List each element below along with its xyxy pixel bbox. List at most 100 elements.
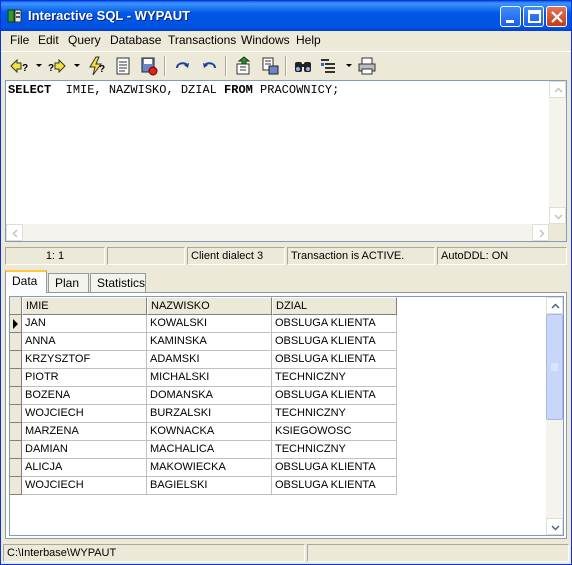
editor-scroll-down-button[interactable]: [549, 207, 566, 224]
toolbar-separator: [225, 56, 227, 76]
tab-data[interactable]: Data: [5, 270, 47, 293]
sql-table: PRACOWNICY;: [252, 83, 340, 97]
row-indicator[interactable]: [10, 459, 22, 477]
sql-editor[interactable]: SELECT IMIE, NAZWISKO, DZIAL FROM PRACOW…: [5, 80, 567, 242]
cell-imie[interactable]: WOJCIECH: [22, 405, 147, 423]
cell-imie[interactable]: ALICJA: [22, 459, 147, 477]
cell-imie[interactable]: ANNA: [22, 333, 147, 351]
editor-scroll-right-button[interactable]: [532, 224, 549, 241]
grid-vertical-scrollbar[interactable]: [546, 297, 563, 535]
print-icon[interactable]: [357, 56, 377, 76]
load-script-icon[interactable]: [234, 56, 254, 76]
cell-nazwisko[interactable]: MACHALICA: [147, 441, 272, 459]
cell-imie[interactable]: JAN: [22, 315, 147, 333]
row-indicator[interactable]: [10, 315, 22, 333]
menu-file[interactable]: File: [10, 33, 29, 47]
menu-query[interactable]: Query: [68, 33, 101, 47]
commit-icon[interactable]: [173, 56, 193, 76]
row-indicator[interactable]: [10, 333, 22, 351]
cell-nazwisko[interactable]: ADAMSKI: [147, 351, 272, 369]
cell-dzial[interactable]: OBSLUGA KLIENTA: [272, 315, 397, 333]
next-dropdown-arrow[interactable]: [74, 64, 80, 67]
toolbar-separator: [164, 56, 166, 76]
cell-dzial[interactable]: TECHNICZNY: [272, 369, 397, 387]
menu-windows[interactable]: Windows: [241, 33, 290, 47]
close-icon: [551, 11, 563, 23]
cell-imie[interactable]: PIOTR: [22, 369, 147, 387]
maximize-button[interactable]: [523, 6, 544, 27]
menu-edit[interactable]: Edit: [38, 33, 59, 47]
row-indicator[interactable]: [10, 423, 22, 441]
chevron-down-icon: [554, 214, 563, 220]
prepare-icon[interactable]: [113, 56, 133, 76]
editor-vertical-scrollbar[interactable]: [549, 81, 566, 224]
cell-imie[interactable]: DAMIAN: [22, 441, 147, 459]
cell-dzial[interactable]: TECHNICZNY: [272, 405, 397, 423]
scrollbar-corner: [549, 224, 566, 241]
cell-dzial[interactable]: TECHNICZNY: [272, 441, 397, 459]
next-query-icon[interactable]: ?: [47, 56, 67, 76]
cell-nazwisko[interactable]: DOMANSKA: [147, 387, 272, 405]
chevron-left-icon: [12, 229, 18, 238]
transaction-status: Transaction is ACTIVE.: [287, 247, 435, 265]
current-row-arrow-icon: [13, 319, 18, 329]
row-indicator[interactable]: [10, 477, 22, 495]
cell-dzial[interactable]: OBSLUGA KLIENTA: [272, 477, 397, 495]
execute-query-icon[interactable]: ?: [87, 56, 107, 76]
bottom-status-bar: C:\Interbase\WYPAUT: [3, 544, 569, 562]
execute-query-label: ?: [99, 64, 105, 75]
menu-database[interactable]: Database: [110, 33, 161, 47]
options-dropdown-arrow[interactable]: [346, 64, 352, 67]
save-icon[interactable]: [139, 56, 159, 76]
cell-imie[interactable]: KRZYSZTOF: [22, 351, 147, 369]
sql-text[interactable]: SELECT IMIE, NAZWISKO, DZIAL FROM PRACOW…: [8, 83, 339, 97]
grid-scroll-down-button[interactable]: [546, 518, 563, 535]
row-indicator[interactable]: [10, 441, 22, 459]
cell-imie[interactable]: WOJCIECH: [22, 477, 147, 495]
menu-transactions[interactable]: Transactions: [168, 33, 236, 47]
cell-imie[interactable]: MARZENA: [22, 423, 147, 441]
cell-nazwisko[interactable]: KOWNACKA: [147, 423, 272, 441]
tab-statistics[interactable]: Statistics: [90, 273, 146, 292]
editor-scroll-up-button[interactable]: [549, 81, 566, 98]
options-icon[interactable]: [319, 56, 339, 76]
editor-horizontal-scrollbar[interactable]: [6, 224, 549, 241]
grid-scroll-up-button[interactable]: [546, 297, 563, 314]
cell-nazwisko[interactable]: MAKOWIECKA: [147, 459, 272, 477]
cell-nazwisko[interactable]: KAMINSKA: [147, 333, 272, 351]
minimize-button[interactable]: [500, 6, 521, 27]
save-script-icon[interactable]: [260, 56, 280, 76]
menu-help[interactable]: Help: [296, 33, 321, 47]
minimize-icon: [506, 20, 514, 23]
rollback-icon[interactable]: [199, 56, 219, 76]
chevron-down-icon: [551, 525, 560, 531]
cell-imie[interactable]: BOZENA: [22, 387, 147, 405]
editor-scroll-left-button[interactable]: [6, 224, 23, 241]
cell-dzial[interactable]: KSIEGOWOSC: [272, 423, 397, 441]
prev-dropdown-arrow[interactable]: [36, 64, 42, 67]
cell-dzial[interactable]: OBSLUGA KLIENTA: [272, 333, 397, 351]
title-bar[interactable]: Interactive SQL - WYPAUT: [1, 1, 571, 31]
cell-dzial[interactable]: OBSLUGA KLIENTA: [272, 351, 397, 369]
column-header-imie[interactable]: IMIE: [22, 297, 147, 315]
row-indicator[interactable]: [10, 405, 22, 423]
maximize-icon: [528, 10, 541, 23]
grid-scroll-thumb[interactable]: [546, 314, 563, 420]
find-icon[interactable]: [293, 56, 313, 76]
column-header-dzial[interactable]: DZIAL: [272, 297, 397, 315]
row-indicator[interactable]: [10, 369, 22, 387]
cell-nazwisko[interactable]: KOWALSKI: [147, 315, 272, 333]
cell-dzial[interactable]: OBSLUGA KLIENTA: [272, 459, 397, 477]
close-button[interactable]: [546, 6, 567, 27]
tab-plan[interactable]: Plan: [48, 273, 89, 292]
status-empty-panel: [107, 247, 185, 265]
results-grid[interactable]: IMIE NAZWISKO DZIAL JAN KOWALSKI OBSLUGA K…: [9, 296, 564, 536]
cell-nazwisko[interactable]: MICHALSKI: [147, 369, 272, 387]
prev-query-icon[interactable]: ?: [9, 56, 29, 76]
cell-nazwisko[interactable]: BAGIELSKI: [147, 477, 272, 495]
cell-dzial[interactable]: OBSLUGA KLIENTA: [272, 387, 397, 405]
cell-nazwisko[interactable]: BURZALSKI: [147, 405, 272, 423]
row-indicator[interactable]: [10, 351, 22, 369]
row-indicator[interactable]: [10, 387, 22, 405]
column-header-nazwisko[interactable]: NAZWISKO: [147, 297, 272, 315]
